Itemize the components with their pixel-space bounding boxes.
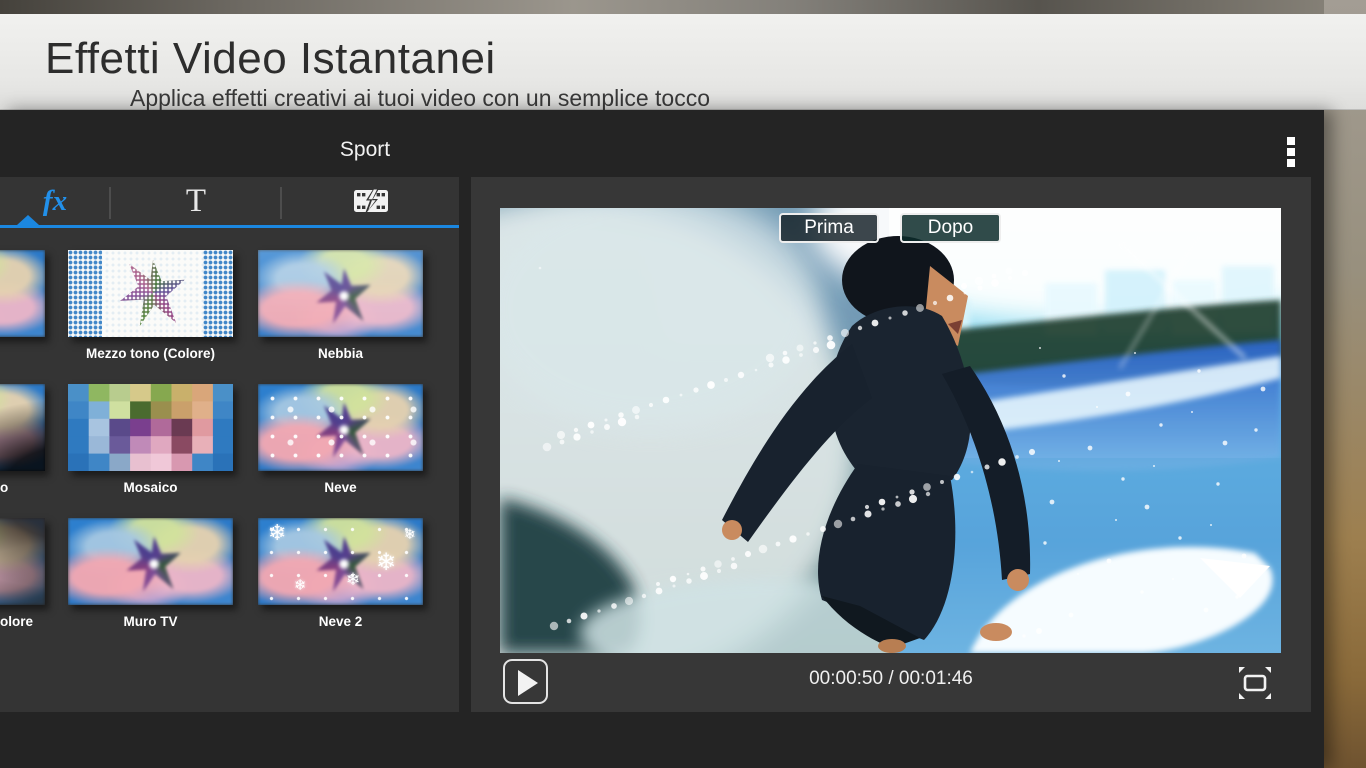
- effect-item-muro-tv[interactable]: Muro TV: [68, 518, 233, 629]
- effect-thumbnail: [0, 250, 45, 337]
- after-label-button[interactable]: Dopo: [900, 213, 1001, 243]
- effects-panel: fx T: [0, 177, 459, 712]
- effect-label: o: [0, 480, 60, 495]
- effect-thumbnail: [258, 384, 423, 471]
- effect-thumbnail: [68, 384, 233, 471]
- project-title: Sport: [280, 138, 450, 162]
- video-frame-surfer: [500, 208, 1281, 653]
- effect-item-mezzo-tono[interactable]: Mezzo tono (Colore): [68, 250, 233, 361]
- effect-item-neve[interactable]: Neve: [258, 384, 423, 495]
- effect-item-partial[interactable]: o: [0, 384, 45, 471]
- effect-label: olore: [0, 614, 60, 629]
- desktop: Effetti Video Istantanei Applica effetti…: [0, 0, 1366, 768]
- snowflake-icon: ❄: [404, 526, 416, 543]
- active-tab-pointer: [17, 215, 39, 225]
- effect-thumbnail: [68, 518, 233, 605]
- effect-label: Neve: [258, 480, 423, 495]
- snowflake-icon: ❄: [346, 570, 360, 590]
- before-label-button[interactable]: Prima: [779, 213, 879, 243]
- more-vertical-icon: [1287, 159, 1295, 167]
- effect-item-mosaico[interactable]: Mosaico: [68, 384, 233, 495]
- effect-label: Nebbia: [258, 346, 423, 361]
- video-preview[interactable]: Prima Dopo: [500, 208, 1281, 653]
- film-lightning-icon: [353, 186, 389, 216]
- effect-thumbnail: [258, 250, 423, 337]
- snowflake-icon: ❄: [376, 548, 396, 577]
- more-vertical-icon: [1287, 148, 1295, 156]
- fullscreen-button[interactable]: [1238, 666, 1272, 700]
- effect-item-partial[interactable]: olore: [0, 518, 45, 605]
- tab-text[interactable]: T: [111, 177, 281, 225]
- more-options-button[interactable]: [1283, 135, 1301, 177]
- play-button[interactable]: [503, 659, 548, 704]
- more-vertical-icon: [1287, 137, 1295, 145]
- desktop-wallpaper-top: [0, 0, 1366, 14]
- effect-thumbnail: [68, 250, 233, 337]
- tab-clip-effects[interactable]: [282, 177, 459, 225]
- effect-item-nebbia[interactable]: Nebbia: [258, 250, 423, 361]
- effect-label: Mezzo tono (Colore): [68, 346, 233, 361]
- playback-time: 00:00:50 / 00:01:46: [741, 668, 1041, 690]
- tab-accent-line: [0, 225, 459, 228]
- tab-bar: fx T: [0, 177, 459, 228]
- page-title: Effetti Video Istantanei: [45, 34, 496, 84]
- effect-thumbnail: ❄ ❄ ❄ ❄ ❄: [258, 518, 423, 605]
- effect-label: Neve 2: [258, 614, 423, 629]
- effect-label: Muro TV: [68, 614, 233, 629]
- play-icon: [517, 670, 539, 696]
- preview-panel: Prima Dopo 00:00:50 / 00:01:46: [471, 177, 1311, 712]
- effect-item-neve-2[interactable]: ❄ ❄ ❄ ❄ ❄ Neve 2: [258, 518, 423, 629]
- effect-item-partial[interactable]: [0, 250, 45, 337]
- app-banner: Effetti Video Istantanei Applica effetti…: [0, 14, 1366, 110]
- page-subtitle: Applica effetti creativi ai tuoi video c…: [130, 85, 710, 112]
- effect-label: Mosaico: [68, 480, 233, 495]
- fullscreen-icon: [1238, 666, 1272, 700]
- app-window: Sport fx T: [0, 110, 1324, 768]
- desktop-wallpaper-right: [1324, 0, 1366, 768]
- snowflake-icon: ❄: [294, 576, 307, 594]
- snowflake-icon: ❄: [268, 520, 286, 546]
